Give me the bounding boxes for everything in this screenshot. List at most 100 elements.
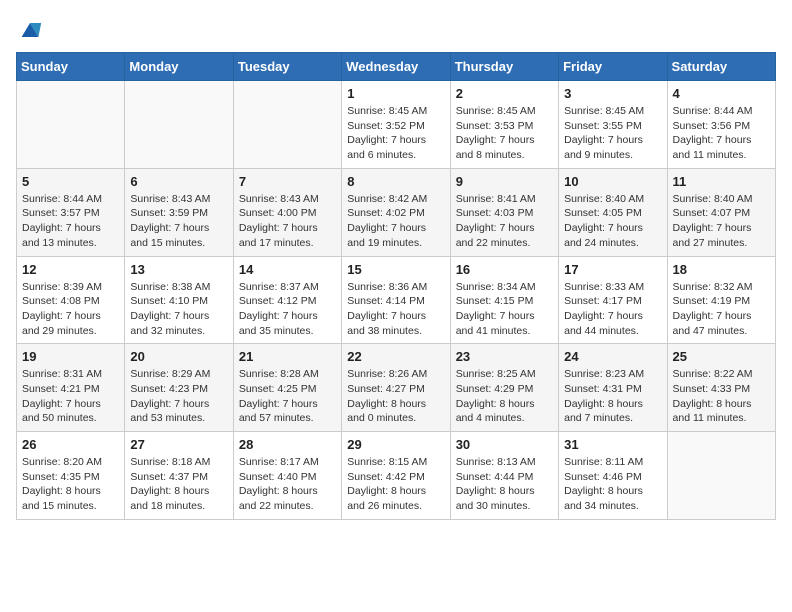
day-info: Sunrise: 8:45 AM Sunset: 3:55 PM Dayligh…: [564, 104, 661, 163]
day-info: Sunrise: 8:41 AM Sunset: 4:03 PM Dayligh…: [456, 192, 553, 251]
day-info: Sunrise: 8:33 AM Sunset: 4:17 PM Dayligh…: [564, 280, 661, 339]
weekday-header-wednesday: Wednesday: [342, 53, 450, 81]
calendar-cell: 25 Sunrise: 8:22 AM Sunset: 4:33 PM Dayli…: [667, 344, 775, 432]
day-info: Sunrise: 8:37 AM Sunset: 4:12 PM Dayligh…: [239, 280, 336, 339]
day-info: Sunrise: 8:17 AM Sunset: 4:40 PM Dayligh…: [239, 455, 336, 514]
day-number: 11: [673, 174, 770, 189]
day-info: Sunrise: 8:13 AM Sunset: 4:44 PM Dayligh…: [456, 455, 553, 514]
calendar-cell: 3Sunrise: 8:45 AM Sunset: 3:55 PM Daylig…: [559, 81, 667, 169]
day-number: 23: [456, 349, 553, 364]
day-number: 22: [347, 349, 444, 364]
day-number: 26: [22, 437, 119, 452]
day-info: Sunrise: 8:20 AM Sunset: 4:35 PM Dayligh…: [22, 455, 119, 514]
day-number: 21: [239, 349, 336, 364]
day-info: Sunrise: 8:25 AM Sunset: 4:29 PM Dayligh…: [456, 367, 553, 426]
calendar-cell: 9 Sunrise: 8:41 AM Sunset: 4:03 PM Daylig…: [450, 168, 558, 256]
day-number: 25: [673, 349, 770, 364]
calendar-week-row: 12 Sunrise: 8:39 AM Sunset: 4:08 PM Dayli…: [17, 256, 776, 344]
calendar-week-row: 5Sunrise: 8:44 AM Sunset: 3:57 PM Daylig…: [17, 168, 776, 256]
day-number: 20: [130, 349, 227, 364]
calendar-week-row: 26 Sunrise: 8:20 AM Sunset: 4:35 PM Dayli…: [17, 432, 776, 520]
day-number: 12: [22, 262, 119, 277]
day-info: Sunrise: 8:43 AM Sunset: 4:00 PM Dayligh…: [239, 192, 336, 251]
calendar-table: SundayMondayTuesdayWednesdayThursdayFrid…: [16, 52, 776, 520]
calendar-cell: 20 Sunrise: 8:29 AM Sunset: 4:23 PM Dayli…: [125, 344, 233, 432]
day-info: Sunrise: 8:44 AM Sunset: 3:56 PM Dayligh…: [673, 104, 770, 163]
day-number: 31: [564, 437, 661, 452]
day-info: Sunrise: 8:39 AM Sunset: 4:08 PM Dayligh…: [22, 280, 119, 339]
calendar-cell: [17, 81, 125, 169]
calendar-cell: 27 Sunrise: 8:18 AM Sunset: 4:37 PM Dayli…: [125, 432, 233, 520]
day-number: 17: [564, 262, 661, 277]
calendar-week-row: 19Sunrise: 8:31 AM Sunset: 4:21 PM Dayli…: [17, 344, 776, 432]
day-number: 15: [347, 262, 444, 277]
day-info: Sunrise: 8:42 AM Sunset: 4:02 PM Dayligh…: [347, 192, 444, 251]
day-info: Sunrise: 8:11 AM Sunset: 4:46 PM Dayligh…: [564, 455, 661, 514]
day-number: 24: [564, 349, 661, 364]
day-number: 1: [347, 86, 444, 101]
calendar-cell: 18Sunrise: 8:32 AM Sunset: 4:19 PM Dayli…: [667, 256, 775, 344]
day-info: Sunrise: 8:28 AM Sunset: 4:25 PM Dayligh…: [239, 367, 336, 426]
day-number: 2: [456, 86, 553, 101]
calendar-cell: 11 Sunrise: 8:40 AM Sunset: 4:07 PM Dayli…: [667, 168, 775, 256]
weekday-header-sunday: Sunday: [17, 53, 125, 81]
day-number: 29: [347, 437, 444, 452]
day-info: Sunrise: 8:34 AM Sunset: 4:15 PM Dayligh…: [456, 280, 553, 339]
calendar-cell: 26 Sunrise: 8:20 AM Sunset: 4:35 PM Dayli…: [17, 432, 125, 520]
day-info: Sunrise: 8:40 AM Sunset: 4:05 PM Dayligh…: [564, 192, 661, 251]
weekday-header-monday: Monday: [125, 53, 233, 81]
calendar-cell: 29 Sunrise: 8:15 AM Sunset: 4:42 PM Dayli…: [342, 432, 450, 520]
calendar-cell: 2 Sunrise: 8:45 AM Sunset: 3:53 PM Daylig…: [450, 81, 558, 169]
calendar-cell: 23 Sunrise: 8:25 AM Sunset: 4:29 PM Dayli…: [450, 344, 558, 432]
day-info: Sunrise: 8:45 AM Sunset: 3:53 PM Dayligh…: [456, 104, 553, 163]
day-number: 4: [673, 86, 770, 101]
weekday-header-tuesday: Tuesday: [233, 53, 341, 81]
day-number: 10: [564, 174, 661, 189]
day-number: 18: [673, 262, 770, 277]
calendar-cell: 22 Sunrise: 8:26 AM Sunset: 4:27 PM Dayli…: [342, 344, 450, 432]
calendar-cell: 16 Sunrise: 8:34 AM Sunset: 4:15 PM Dayli…: [450, 256, 558, 344]
calendar-cell: 19Sunrise: 8:31 AM Sunset: 4:21 PM Dayli…: [17, 344, 125, 432]
day-number: 5: [22, 174, 119, 189]
calendar-cell: 5Sunrise: 8:44 AM Sunset: 3:57 PM Daylig…: [17, 168, 125, 256]
day-number: 8: [347, 174, 444, 189]
day-info: Sunrise: 8:40 AM Sunset: 4:07 PM Dayligh…: [673, 192, 770, 251]
day-number: 9: [456, 174, 553, 189]
calendar-cell: [667, 432, 775, 520]
day-info: Sunrise: 8:43 AM Sunset: 3:59 PM Dayligh…: [130, 192, 227, 251]
calendar-cell: 30 Sunrise: 8:13 AM Sunset: 4:44 PM Dayli…: [450, 432, 558, 520]
day-info: Sunrise: 8:26 AM Sunset: 4:27 PM Dayligh…: [347, 367, 444, 426]
page-header: [16, 16, 776, 44]
weekday-header-friday: Friday: [559, 53, 667, 81]
day-number: 28: [239, 437, 336, 452]
calendar-cell: 6 Sunrise: 8:43 AM Sunset: 3:59 PM Daylig…: [125, 168, 233, 256]
day-number: 6: [130, 174, 227, 189]
logo: [16, 16, 48, 44]
calendar-cell: [233, 81, 341, 169]
calendar-cell: 7Sunrise: 8:43 AM Sunset: 4:00 PM Daylig…: [233, 168, 341, 256]
calendar-cell: 17 Sunrise: 8:33 AM Sunset: 4:17 PM Dayli…: [559, 256, 667, 344]
day-info: Sunrise: 8:22 AM Sunset: 4:33 PM Dayligh…: [673, 367, 770, 426]
day-info: Sunrise: 8:38 AM Sunset: 4:10 PM Dayligh…: [130, 280, 227, 339]
calendar-cell: 1 Sunrise: 8:45 AM Sunset: 3:52 PM Daylig…: [342, 81, 450, 169]
calendar-week-row: 1 Sunrise: 8:45 AM Sunset: 3:52 PM Daylig…: [17, 81, 776, 169]
day-number: 14: [239, 262, 336, 277]
calendar-cell: 21 Sunrise: 8:28 AM Sunset: 4:25 PM Dayli…: [233, 344, 341, 432]
day-info: Sunrise: 8:36 AM Sunset: 4:14 PM Dayligh…: [347, 280, 444, 339]
calendar-cell: 4 Sunrise: 8:44 AM Sunset: 3:56 PM Daylig…: [667, 81, 775, 169]
calendar-cell: 14 Sunrise: 8:37 AM Sunset: 4:12 PM Dayli…: [233, 256, 341, 344]
weekday-header-saturday: Saturday: [667, 53, 775, 81]
calendar-cell: 15 Sunrise: 8:36 AM Sunset: 4:14 PM Dayli…: [342, 256, 450, 344]
day-info: Sunrise: 8:15 AM Sunset: 4:42 PM Dayligh…: [347, 455, 444, 514]
day-number: 19: [22, 349, 119, 364]
day-number: 27: [130, 437, 227, 452]
day-number: 30: [456, 437, 553, 452]
logo-icon: [16, 16, 44, 44]
day-number: 16: [456, 262, 553, 277]
day-info: Sunrise: 8:18 AM Sunset: 4:37 PM Dayligh…: [130, 455, 227, 514]
calendar-cell: 28 Sunrise: 8:17 AM Sunset: 4:40 PM Dayli…: [233, 432, 341, 520]
calendar-cell: [125, 81, 233, 169]
day-info: Sunrise: 8:29 AM Sunset: 4:23 PM Dayligh…: [130, 367, 227, 426]
day-info: Sunrise: 8:23 AM Sunset: 4:31 PM Dayligh…: [564, 367, 661, 426]
day-info: Sunrise: 8:45 AM Sunset: 3:52 PM Dayligh…: [347, 104, 444, 163]
